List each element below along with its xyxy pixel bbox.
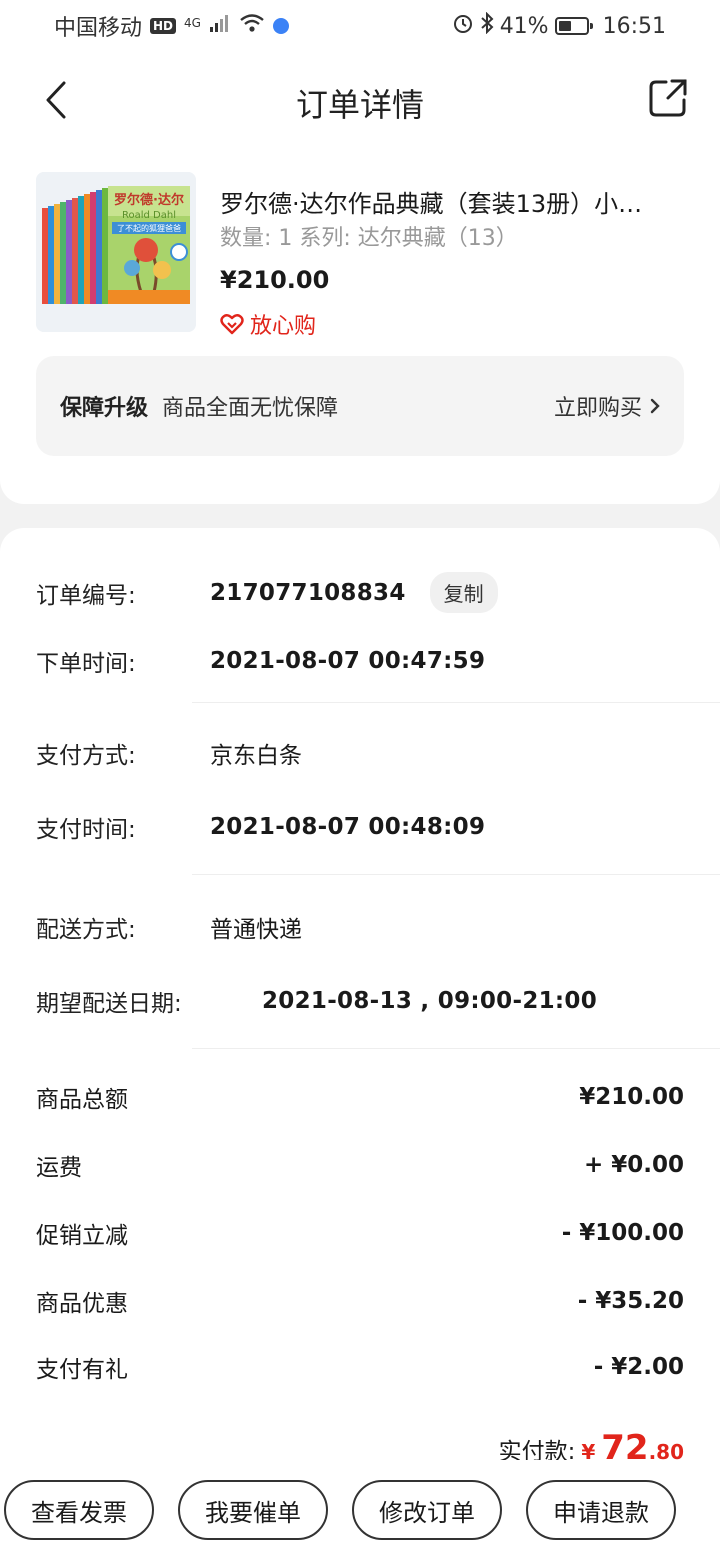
pay-method: 京东白条 xyxy=(210,743,302,769)
order-number-label: 订单编号: xyxy=(36,582,136,609)
product-cover-image[interactable]: 罗尔德·达尔 Roald Dahl 了不起的狐狸爸爸 xyxy=(36,172,196,332)
view-invoice-button[interactable]: 查看发票 xyxy=(4,1480,154,1540)
wifi-icon xyxy=(239,13,265,39)
delivery-row: 配送方式: 普通快递 xyxy=(36,910,302,944)
clock: 16:51 xyxy=(602,13,666,39)
heart-icon xyxy=(220,314,244,335)
summary-row-promotion: 促销立减 - ¥100.00 xyxy=(36,1216,684,1250)
product-meta: 数量: 1 系列: 达尔典藏（13） xyxy=(220,226,518,251)
request-refund-button[interactable]: 申请退款 xyxy=(526,1480,676,1540)
trust-tag-label: 放心购 xyxy=(250,314,317,339)
trust-tag: 放心购 xyxy=(220,308,316,340)
bluetooth-icon xyxy=(480,11,494,40)
expected-date-row: 期望配送日期: 2021-08-13 , 09:00-21:00 xyxy=(36,984,597,1018)
cover-en: Roald Dahl xyxy=(122,210,176,221)
pay-time-row: 支付时间: 2021-08-07 00:48:09 xyxy=(36,810,485,844)
guarantee-banner[interactable]: 保障升级 商品全面无忧保障 立即购买 xyxy=(36,356,684,456)
pay-method-label: 支付方式: xyxy=(36,743,136,769)
expected-date: 2021-08-13 , 09:00-21:00 xyxy=(262,988,598,1014)
vpn-icon xyxy=(272,18,289,34)
pay-method-row: 支付方式: 京东白条 xyxy=(36,736,302,770)
order-time-row: 下单时间: 2021-08-07 00:47:59 xyxy=(36,644,485,678)
alarm-icon xyxy=(452,12,474,40)
summary-row-pay-gift: 支付有礼 - ¥2.00 xyxy=(36,1350,684,1384)
cover-title: 罗尔德·达尔 xyxy=(114,192,184,208)
summary-amount: - ¥100.00 xyxy=(561,1220,684,1246)
expected-date-label: 期望配送日期: xyxy=(36,991,182,1017)
cover-subtitle: 了不起的狐狸爸爸 xyxy=(117,223,181,233)
order-number: 217077108834 xyxy=(210,579,406,606)
battery-icon xyxy=(554,17,593,35)
modify-order-button[interactable]: 修改订单 xyxy=(352,1480,502,1540)
bottom-action-bar: 查看发票 我要催单 修改订单 申请退款 xyxy=(0,1460,720,1560)
order-info-card: 订单编号: 217077108834 复制 下单时间: 2021-08-07 0… xyxy=(0,528,720,1560)
copy-button[interactable]: 复制 xyxy=(429,572,498,613)
order-number-row: 订单编号: 217077108834 复制 xyxy=(36,572,498,613)
guarantee-label: 保障升级 xyxy=(60,396,149,421)
summary-label: 促销立减 xyxy=(36,1223,128,1249)
buy-now-link[interactable]: 立即购买 xyxy=(554,390,660,422)
order-time: 2021-08-07 00:47:59 xyxy=(210,648,486,674)
divider xyxy=(192,702,720,703)
signal-icon xyxy=(209,13,231,39)
pay-time: 2021-08-07 00:48:09 xyxy=(210,814,486,840)
summary-label: 商品优惠 xyxy=(36,1291,128,1317)
pay-time-label: 支付时间: xyxy=(36,817,136,843)
share-button[interactable] xyxy=(646,76,690,120)
summary-amount: - ¥35.20 xyxy=(577,1288,684,1314)
buy-now-label: 立即购买 xyxy=(553,396,642,421)
urge-order-button[interactable]: 我要催单 xyxy=(178,1480,328,1540)
delivery-method: 普通快递 xyxy=(210,917,302,943)
summary-amount: - ¥2.00 xyxy=(593,1354,684,1380)
divider xyxy=(192,1048,720,1049)
divider xyxy=(192,874,720,875)
guarantee-text: 商品全面无忧保障 xyxy=(162,396,339,421)
network-label: 4G xyxy=(184,16,201,30)
summary-amount: ¥210.00 xyxy=(579,1084,684,1110)
summary-row-goods-total: 商品总额 ¥210.00 xyxy=(36,1080,684,1114)
status-bar: 中国移动 HD 4G 41% 16:51 xyxy=(0,0,720,52)
share-icon xyxy=(649,79,687,117)
delivery-label: 配送方式: xyxy=(36,917,136,943)
nav-bar: 订单详情 xyxy=(0,52,720,148)
chevron-right-icon xyxy=(650,398,660,414)
battery-percent: 41% xyxy=(499,13,549,39)
summary-row-shipping: 运费 + ¥0.00 xyxy=(36,1148,684,1182)
summary-amount: + ¥0.00 xyxy=(583,1152,684,1178)
order-time-label: 下单时间: xyxy=(36,651,136,677)
product-price: ¥210.00 xyxy=(220,266,330,294)
product-title[interactable]: 罗尔德·达尔作品典藏（套装13册）小… xyxy=(220,184,670,219)
page-title: 订单详情 xyxy=(295,86,424,124)
carrier-label: 中国移动 xyxy=(54,16,143,41)
product-card[interactable]: 罗尔德·达尔 Roald Dahl 了不起的狐狸爸爸 罗尔德·达尔作品典藏（套装… xyxy=(0,148,720,504)
hd-badge: HD xyxy=(150,18,177,34)
summary-label: 支付有礼 xyxy=(36,1357,128,1383)
summary-label: 商品总额 xyxy=(36,1087,128,1113)
summary-label: 运费 xyxy=(36,1155,82,1181)
summary-row-discount: 商品优惠 - ¥35.20 xyxy=(36,1284,684,1318)
